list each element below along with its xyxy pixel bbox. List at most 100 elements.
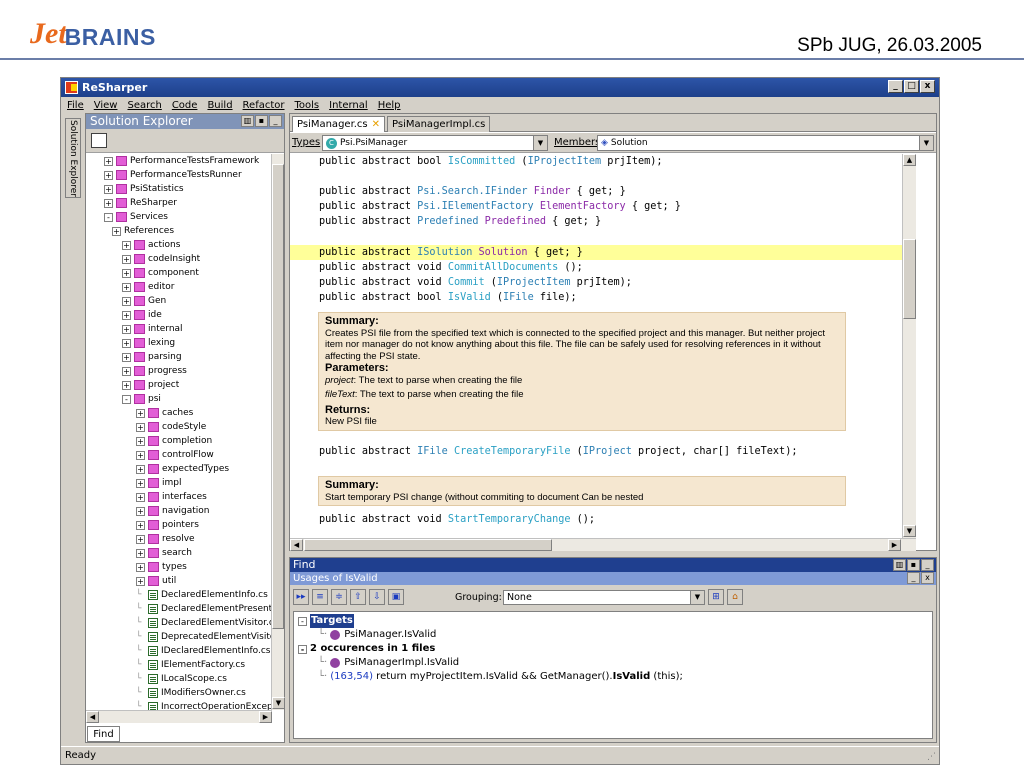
collapse-node-icon[interactable]: - bbox=[298, 616, 307, 626]
tree-item[interactable]: + search bbox=[136, 546, 192, 560]
scroll-right-arrow-icon[interactable]: ▶ bbox=[259, 711, 272, 723]
code-line[interactable]: public abstract ISolution Solution { get… bbox=[319, 245, 583, 260]
tree-item[interactable]: + progress bbox=[122, 364, 187, 378]
code-line[interactable]: public abstract bool IsValid (IFile file… bbox=[319, 290, 577, 305]
tree-item[interactable]: + resolve bbox=[136, 532, 195, 546]
previous-occurrence-icon[interactable]: ⇧ bbox=[350, 589, 366, 605]
expand-node-icon[interactable]: + bbox=[136, 450, 145, 460]
members-dropdown[interactable]: ◈ Solution ▼ bbox=[597, 135, 934, 151]
target-item[interactable]: └· PsiManager.IsValid bbox=[318, 628, 436, 642]
tree-item[interactable]: └ DeclaredElementInfo.cs bbox=[136, 588, 268, 602]
panel-minimize-icon[interactable]: _ bbox=[269, 115, 282, 127]
solution-explorer-side-tab[interactable]: Solution Explorer bbox=[65, 118, 81, 198]
tree-item[interactable]: └ IModifiersOwner.cs bbox=[136, 686, 246, 700]
scroll-up-arrow-icon[interactable]: ▲ bbox=[903, 154, 916, 166]
tree-horizontal-scrollbar[interactable]: ◀ ▶ bbox=[86, 710, 272, 723]
menu-search[interactable]: Search bbox=[127, 100, 161, 111]
menu-view[interactable]: View bbox=[94, 100, 118, 111]
usages-minimize-icon[interactable]: _ bbox=[907, 572, 920, 584]
expand-node-icon[interactable]: + bbox=[122, 380, 131, 390]
find-tab[interactable]: Find bbox=[87, 726, 120, 742]
menu-file[interactable]: File bbox=[67, 100, 84, 111]
tree-item[interactable]: + expectedTypes bbox=[136, 462, 229, 476]
expand-node-icon[interactable]: + bbox=[136, 422, 145, 432]
collapse-node-icon[interactable]: - bbox=[104, 212, 113, 222]
occurrence-location[interactable]: (163,54) bbox=[330, 670, 373, 684]
expand-node-icon[interactable]: + bbox=[136, 520, 145, 530]
expand-node-icon[interactable]: + bbox=[104, 156, 113, 166]
tree-item[interactable]: + interfaces bbox=[136, 490, 207, 504]
editor-scroll-thumb[interactable] bbox=[903, 239, 916, 319]
collapse-node-icon[interactable]: - bbox=[122, 394, 131, 404]
tab-psimanager[interactable]: PsiManager.cs ✕ bbox=[292, 116, 386, 132]
panel-dock-icon[interactable]: ▥ bbox=[893, 559, 906, 571]
expand-node-icon[interactable]: + bbox=[136, 436, 145, 446]
next-occurrence-icon[interactable]: ⇩ bbox=[369, 589, 385, 605]
menu-tools[interactable]: Tools bbox=[295, 100, 320, 111]
expand-node-icon[interactable]: + bbox=[122, 282, 131, 292]
tree-item[interactable]: + controlFlow bbox=[136, 448, 214, 462]
tree-item[interactable]: + codeInsight bbox=[122, 252, 200, 266]
expand-node-icon[interactable]: + bbox=[136, 408, 145, 418]
panel-dock-icon[interactable]: ▥ bbox=[241, 115, 254, 127]
expand-node-icon[interactable]: + bbox=[122, 268, 131, 278]
expand-icon[interactable]: ≑ bbox=[331, 589, 347, 605]
tree-item[interactable]: └ IElementFactory.cs bbox=[136, 658, 245, 672]
tree-item[interactable]: + component bbox=[122, 266, 199, 280]
tree-item[interactable]: - Services bbox=[104, 210, 168, 224]
tab-psimanagerimpl[interactable]: PsiManagerImpl.cs bbox=[387, 116, 491, 132]
close-button[interactable]: x bbox=[920, 80, 935, 93]
expand-node-icon[interactable]: + bbox=[122, 352, 131, 362]
targets-node[interactable]: - Targets bbox=[298, 614, 354, 628]
tree-item[interactable]: + impl bbox=[136, 476, 181, 490]
tree-item[interactable]: + completion bbox=[136, 434, 212, 448]
menu-code[interactable]: Code bbox=[172, 100, 198, 111]
menu-build[interactable]: Build bbox=[207, 100, 232, 111]
collapse-icon[interactable]: ≡ bbox=[312, 589, 328, 605]
tree-item[interactable]: + internal bbox=[122, 322, 183, 336]
chevron-down-icon[interactable]: ▼ bbox=[533, 136, 547, 150]
expand-node-icon[interactable]: + bbox=[136, 534, 145, 544]
expand-node-icon[interactable]: + bbox=[104, 198, 113, 208]
resize-grip-icon[interactable]: ⋰ bbox=[927, 752, 936, 762]
tree-item[interactable]: + PerformanceTestsRunner bbox=[104, 168, 242, 182]
tree-item[interactable]: + PerformanceTestsFramework bbox=[104, 154, 259, 168]
code-line[interactable]: public abstract bool IsCommitted (IProje… bbox=[319, 154, 663, 169]
scroll-left-arrow-icon[interactable]: ◀ bbox=[290, 539, 303, 551]
occurrence-method[interactable]: └· PsiManagerImpl.IsValid bbox=[318, 656, 459, 670]
tree-vertical-scrollbar[interactable]: ▼ bbox=[271, 154, 285, 710]
expand-node-icon[interactable]: + bbox=[136, 492, 145, 502]
tree-item[interactable]: + References bbox=[112, 224, 174, 238]
menu-refactor[interactable]: Refactor bbox=[243, 100, 285, 111]
code-line[interactable]: public abstract void StartTemporaryChang… bbox=[319, 512, 595, 527]
show-all-files-icon[interactable] bbox=[91, 133, 107, 148]
tree-item[interactable]: + actions bbox=[122, 238, 180, 252]
scroll-down-arrow-icon[interactable]: ▼ bbox=[272, 697, 285, 709]
code-line[interactable]: public abstract IFile CreateTemporaryFil… bbox=[319, 444, 797, 459]
scroll-left-arrow-icon[interactable]: ◀ bbox=[86, 711, 99, 723]
code-line[interactable]: public abstract Psi.IElementFactory Elem… bbox=[319, 199, 681, 214]
tree-item[interactable]: + lexing bbox=[122, 336, 175, 350]
expand-node-icon[interactable]: + bbox=[122, 254, 131, 264]
menu-internal[interactable]: Internal bbox=[329, 100, 368, 111]
grouping-dropdown[interactable]: None ▼ bbox=[503, 590, 705, 605]
expand-node-icon[interactable]: + bbox=[104, 184, 113, 194]
expand-node-icon[interactable]: + bbox=[122, 338, 131, 348]
tree-item[interactable]: └ DeclaredElementPresente bbox=[136, 602, 272, 616]
panel-pin-icon[interactable]: ▪ bbox=[907, 559, 920, 571]
tree-item[interactable]: + navigation bbox=[136, 504, 210, 518]
expand-node-icon[interactable]: + bbox=[104, 170, 113, 180]
tree-item[interactable]: + parsing bbox=[122, 350, 182, 364]
editor-hscroll-thumb[interactable] bbox=[304, 539, 552, 551]
expand-all-icon[interactable]: ▸▸ bbox=[293, 589, 309, 605]
chevron-down-icon[interactable]: ▼ bbox=[690, 591, 704, 604]
minimize-button[interactable]: _ bbox=[888, 80, 903, 93]
panel-minimize-icon[interactable]: _ bbox=[921, 559, 934, 571]
expand-node-icon[interactable]: + bbox=[112, 226, 121, 236]
expand-node-icon[interactable]: + bbox=[122, 324, 131, 334]
occurrences-node[interactable]: - 2 occurences in 1 files bbox=[298, 642, 435, 656]
code-line[interactable]: public abstract Predefined Predefined { … bbox=[319, 214, 601, 229]
tree-item[interactable]: + codeStyle bbox=[136, 420, 206, 434]
tree-item[interactable]: + PsiStatistics bbox=[104, 182, 184, 196]
code-area[interactable]: public abstract bool IsCommitted (IProje… bbox=[290, 154, 902, 539]
